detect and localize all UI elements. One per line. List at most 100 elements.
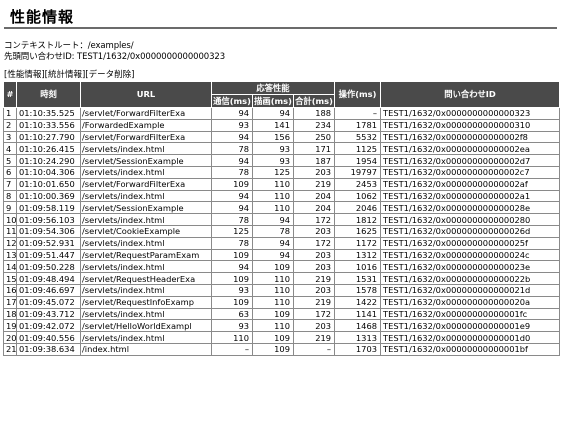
table-row: 5 01:10:24.290/servlet/SessionExample 94 93… — [3, 154, 561, 167]
table-row: 16 01:09:46.697/servlets/index.html 93 110 2… — [3, 283, 561, 297]
cell-draw-ms: 94 — [252, 236, 294, 250]
cell-comm-ms: 109 — [211, 248, 253, 262]
cell-operation-ms: 1812 — [334, 213, 382, 226]
table-row: 10 01:09:56.103/servlets/index.html 78 94 17… — [3, 213, 561, 226]
cell-comm-ms: 109 — [211, 272, 253, 285]
performance-table: # 時刻 URL 応答性能 操作(ms) 問い合わせID 通信(ms) 描画(m… — [3, 81, 561, 356]
table-row: 17 01:09:45.072/servlet/RequestInfoExamp 1… — [3, 295, 561, 309]
perf-info-link[interactable]: [性能情報] — [4, 70, 45, 80]
cell-index: 13 — [3, 248, 17, 262]
cell-url: /servlet/HelloWorldExampl — [80, 319, 212, 333]
cell-total-ms: 250 — [292, 130, 336, 144]
cell-index: 3 — [3, 130, 17, 144]
cell-comm-ms: 125 — [211, 224, 253, 238]
table-row: 4 01:10:26.415/servlets/index.html 78 93 171… — [3, 142, 561, 156]
cell-index: 21 — [3, 342, 17, 356]
cell-draw-ms: 93 — [252, 142, 294, 156]
cell-draw-ms: 94 — [252, 248, 294, 262]
cell-index: 1 — [3, 107, 17, 120]
cell-query-id: TEST1/1632/0x00000000000002a1 — [380, 189, 561, 203]
cell-query-id: TEST1/1632/0x00000000000002f8 — [380, 130, 561, 144]
cell-index: 12 — [3, 236, 17, 250]
cell-query-id: TEST1/1632/0x000000000000022b — [380, 272, 561, 285]
cell-query-id: TEST1/1632/0x000000000000020a — [380, 295, 561, 309]
cell-comm-ms: – — [211, 342, 253, 356]
cell-total-ms: 203 — [292, 260, 336, 274]
table-row: 3 01:10:27.790/servlet/ForwardFilterExa 94… — [3, 130, 561, 144]
cell-query-id: TEST1/1632/0x0000000000000310 — [380, 118, 561, 132]
header-query-id: 問い合わせID — [380, 81, 561, 108]
cell-draw-ms: 110 — [252, 189, 294, 203]
cell-operation-ms: 1422 — [334, 295, 382, 309]
cell-operation-ms: 19797 — [334, 165, 382, 179]
stats-info-link[interactable]: [統計情報] — [45, 70, 86, 80]
cell-url: /servlets/index.html — [80, 165, 212, 179]
cell-total-ms: 219 — [292, 295, 336, 309]
cell-index: 17 — [3, 295, 17, 309]
table-row: 11 01:09:54.306/servlet/CookieExample 125 7… — [3, 224, 561, 238]
cell-comm-ms: 94 — [211, 260, 253, 274]
cell-url: /index.html — [80, 342, 212, 356]
table-row: 6 01:10:04.306/servlets/index.html 78 125 20… — [3, 165, 561, 179]
cell-query-id: TEST1/1632/0x00000000000001e9 — [380, 319, 561, 333]
table-row: 9 01:09:58.119/servlet/SessionExample 94 11… — [3, 201, 561, 215]
cell-draw-ms: 109 — [252, 331, 294, 344]
cell-draw-ms: 93 — [252, 154, 294, 167]
cell-url: /servlets/index.html — [80, 331, 212, 344]
cell-draw-ms: 110 — [252, 319, 294, 333]
cell-url: /servlet/ForwardFilterExa — [80, 177, 212, 191]
cell-total-ms: 204 — [292, 201, 336, 215]
cell-total-ms: 219 — [292, 177, 336, 191]
cell-comm-ms: 78 — [211, 213, 253, 226]
cell-time: 01:09:42.072 — [16, 319, 81, 333]
cell-url: /servlet/CookieExample — [80, 224, 212, 238]
cell-comm-ms: 63 — [211, 307, 253, 321]
cell-total-ms: 187 — [292, 154, 336, 167]
cell-draw-ms: 94 — [252, 213, 294, 226]
cell-draw-ms: 156 — [252, 130, 294, 144]
cell-draw-ms: 110 — [252, 283, 294, 297]
cell-time: 01:10:35.525 — [16, 107, 81, 120]
cell-total-ms: 203 — [292, 224, 336, 238]
first-query-id-text: 先頭問い合わせID: TEST1/1632/0x0000000000000323 — [4, 52, 226, 62]
page-header: 性能情報 — [4, 4, 557, 29]
cell-index: 14 — [3, 260, 17, 274]
cell-total-ms: 219 — [292, 272, 336, 285]
cell-comm-ms: 110 — [211, 331, 253, 344]
cell-url: /servlets/index.html — [80, 189, 212, 203]
cell-total-ms: 203 — [292, 165, 336, 179]
cell-url: /servlets/index.html — [80, 283, 212, 297]
cell-time: 01:10:04.306 — [16, 165, 81, 179]
cell-url: /servlets/index.html — [80, 236, 212, 250]
cell-time: 01:09:38.634 — [16, 342, 81, 356]
cell-comm-ms: 93 — [211, 319, 253, 333]
cell-operation-ms: 1016 — [334, 260, 382, 274]
header-response-group: 応答性能 — [210, 81, 336, 95]
cell-operation-ms: 1313 — [334, 331, 382, 344]
cell-operation-ms: 1172 — [334, 236, 382, 250]
cell-time: 01:09:52.931 — [16, 236, 81, 250]
cell-index: 2 — [3, 118, 17, 132]
table-row: 8 01:10:00.369/servlets/index.html 94 110 20… — [3, 189, 561, 203]
cell-url: /ForwardedExample — [80, 118, 212, 132]
cell-url: /servlets/index.html — [80, 142, 212, 156]
cell-time: 01:09:40.556 — [16, 331, 81, 344]
cell-draw-ms: 110 — [252, 177, 294, 191]
cell-query-id: TEST1/1632/0x00000000000001bf — [380, 342, 561, 356]
delete-data-link[interactable]: [データ削除] — [85, 70, 134, 80]
cell-time: 01:09:43.712 — [16, 307, 81, 321]
table-row: 1 01:10:35.525/servlet/ForwardFilterExa 94… — [3, 107, 561, 120]
cell-time: 01:09:56.103 — [16, 213, 81, 226]
header-index: # — [3, 81, 17, 108]
table-row: 2 01:10:33.556/ForwardedExample 93 141 234 17… — [3, 118, 561, 132]
cell-comm-ms: 109 — [211, 177, 253, 191]
cell-query-id: TEST1/1632/0x00000000000002ea — [380, 142, 561, 156]
table-row: 12 01:09:52.931/servlets/index.html 78 94 17… — [3, 236, 561, 250]
cell-total-ms: 203 — [292, 319, 336, 333]
cell-query-id: TEST1/1632/0x0000000000000323 — [380, 107, 561, 120]
cell-time: 01:09:58.119 — [16, 201, 81, 215]
table-row: 15 01:09:48.494/servlet/RequestHeaderExa 1… — [3, 272, 561, 285]
cell-comm-ms: 94 — [211, 201, 253, 215]
table-row: 13 01:09:51.447/servlet/RequestParamExam 1… — [3, 248, 561, 262]
cell-comm-ms: 94 — [211, 189, 253, 203]
